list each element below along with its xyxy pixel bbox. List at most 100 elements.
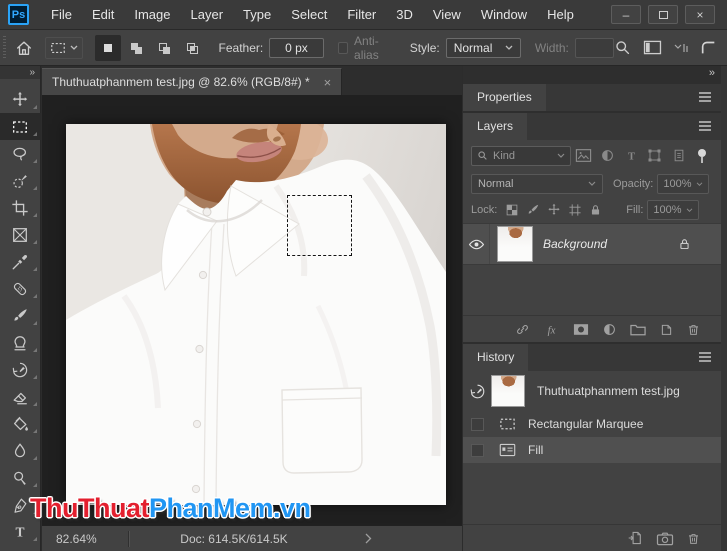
- menu-type[interactable]: Type: [233, 0, 281, 30]
- tool-frame[interactable]: [0, 221, 41, 248]
- tool-paint-bucket[interactable]: [0, 410, 41, 437]
- lock-label: Lock:: [471, 204, 498, 216]
- history-brush-source-icon[interactable]: [463, 383, 491, 400]
- layer-visibility-toggle[interactable]: [463, 224, 490, 264]
- menu-help[interactable]: Help: [537, 0, 584, 30]
- search-icon[interactable]: [614, 39, 631, 56]
- document-tab[interactable]: Thuthuatphanmem test.jpg @ 82.6% (RGB/8#…: [42, 68, 343, 95]
- opacity-input[interactable]: 100%: [657, 174, 710, 194]
- history-source-checkbox[interactable]: [471, 443, 484, 457]
- layer-mask-icon[interactable]: [572, 322, 590, 337]
- search-icon: [478, 151, 487, 160]
- tool-eraser[interactable]: [0, 383, 41, 410]
- lock-artboard-icon[interactable]: [568, 203, 582, 217]
- filter-pixel-layers-icon[interactable]: [573, 146, 595, 166]
- menu-file[interactable]: File: [41, 0, 82, 30]
- tool-move[interactable]: [0, 86, 41, 113]
- filter-shape-layers-icon[interactable]: [644, 146, 666, 166]
- fill-input[interactable]: 100%: [647, 200, 700, 220]
- marquee-preset-icon: [50, 42, 65, 53]
- filter-type-layers-icon[interactable]: T: [620, 146, 642, 166]
- history-snapshot-row[interactable]: Thuthuatphanmem test.jpg: [463, 371, 721, 411]
- tool-eyedropper[interactable]: [0, 248, 41, 275]
- link-layers-icon[interactable]: [514, 322, 531, 337]
- menu-layer[interactable]: Layer: [181, 0, 234, 30]
- layer-style-fx-icon[interactable]: fx: [543, 322, 560, 337]
- mode-intersect-selection[interactable]: [179, 35, 205, 61]
- filter-smart-objects-icon[interactable]: [668, 146, 690, 166]
- workspace-chevron-icon[interactable]: [674, 43, 688, 53]
- tool-rectangular-marquee[interactable]: [0, 113, 41, 140]
- tool-clone-stamp[interactable]: [0, 329, 41, 356]
- filter-toggle-icon[interactable]: [691, 146, 713, 166]
- menu-image[interactable]: Image: [124, 0, 180, 30]
- options-grip[interactable]: [3, 35, 6, 60]
- lock-all-icon[interactable]: [589, 203, 602, 217]
- lock-image-icon[interactable]: [526, 203, 540, 217]
- tool-spot-healing-brush[interactable]: [0, 275, 41, 302]
- home-icon[interactable]: [15, 39, 33, 57]
- new-group-icon[interactable]: [629, 322, 647, 337]
- tab-close-icon[interactable]: ×: [324, 75, 332, 90]
- history-source-checkbox[interactable]: [471, 417, 484, 431]
- layer-filter-select[interactable]: Kind: [471, 145, 571, 166]
- hamburger-icon[interactable]: [698, 351, 712, 363]
- tab-layers[interactable]: Layers: [463, 113, 528, 140]
- feather-input[interactable]: 0 px: [269, 37, 324, 58]
- menu-3d[interactable]: 3D: [386, 0, 423, 30]
- new-layer-icon[interactable]: [659, 322, 674, 337]
- hamburger-icon[interactable]: [698, 91, 712, 103]
- delete-state-icon[interactable]: [686, 531, 701, 546]
- close-button[interactable]: ×: [685, 5, 715, 24]
- tool-preset-picker[interactable]: [44, 36, 83, 59]
- minimize-button[interactable]: –: [611, 5, 641, 24]
- tool-brush[interactable]: [0, 302, 41, 329]
- tool-history-brush[interactable]: [0, 356, 41, 383]
- selection-marquee[interactable]: [287, 195, 352, 256]
- tool-crop[interactable]: [0, 194, 41, 221]
- panel-toggle-icon[interactable]: [643, 40, 662, 55]
- lock-icon[interactable]: [678, 237, 691, 251]
- camera-icon[interactable]: [656, 531, 674, 546]
- history-state-row[interactable]: Rectangular Marquee: [463, 411, 721, 437]
- menu-select[interactable]: Select: [281, 0, 337, 30]
- tool-blur[interactable]: [0, 437, 41, 464]
- lock-position-icon[interactable]: [547, 203, 561, 217]
- menu-edit[interactable]: Edit: [82, 0, 124, 30]
- canvas[interactable]: [42, 95, 462, 525]
- dock-collapse[interactable]: »: [709, 67, 715, 79]
- maximize-button[interactable]: [648, 5, 678, 24]
- blend-mode-select[interactable]: Normal: [471, 174, 603, 194]
- adjustment-layer-icon[interactable]: [602, 322, 617, 337]
- filter-adjustment-layers-icon[interactable]: [597, 146, 619, 166]
- delete-layer-icon[interactable]: [686, 322, 701, 337]
- history-state-row-selected[interactable]: Fill: [463, 437, 721, 463]
- menu-view[interactable]: View: [423, 0, 471, 30]
- mode-new-selection[interactable]: [94, 34, 121, 61]
- tab-properties[interactable]: Properties: [463, 84, 546, 111]
- tab-history[interactable]: History: [463, 344, 529, 371]
- status-expand-icon[interactable]: [365, 533, 372, 544]
- hamburger-icon[interactable]: [698, 120, 712, 132]
- lock-transparency-icon[interactable]: [505, 203, 519, 217]
- workspace-icon[interactable]: [700, 40, 717, 55]
- style-select[interactable]: Normal: [445, 37, 521, 58]
- doc-size: Doc: 614.5K/614.5K: [180, 531, 288, 546]
- mode-subtract-selection[interactable]: [151, 35, 177, 61]
- tool-path-selection[interactable]: [0, 545, 41, 551]
- tool-dodge[interactable]: [0, 464, 41, 491]
- tool-lasso[interactable]: [0, 140, 41, 167]
- toolbar-collapse[interactable]: »: [0, 66, 40, 79]
- anti-alias-checkbox[interactable]: [337, 41, 349, 54]
- new-doc-from-state-icon[interactable]: [627, 530, 644, 546]
- mode-add-selection[interactable]: [123, 35, 149, 61]
- layer-thumbnail[interactable]: [497, 226, 533, 262]
- menu-window[interactable]: Window: [471, 0, 537, 30]
- zoom-level[interactable]: 82.64%: [42, 532, 128, 546]
- photoshop-window: Ps File Edit Image Layer Type Select Fil…: [0, 0, 727, 551]
- tool-quick-selection[interactable]: [0, 167, 41, 194]
- width-input[interactable]: [574, 37, 614, 58]
- menu-filter[interactable]: Filter: [337, 0, 386, 30]
- history-snapshot-thumbnail[interactable]: [491, 375, 525, 407]
- layer-row-background[interactable]: Background: [463, 223, 721, 265]
